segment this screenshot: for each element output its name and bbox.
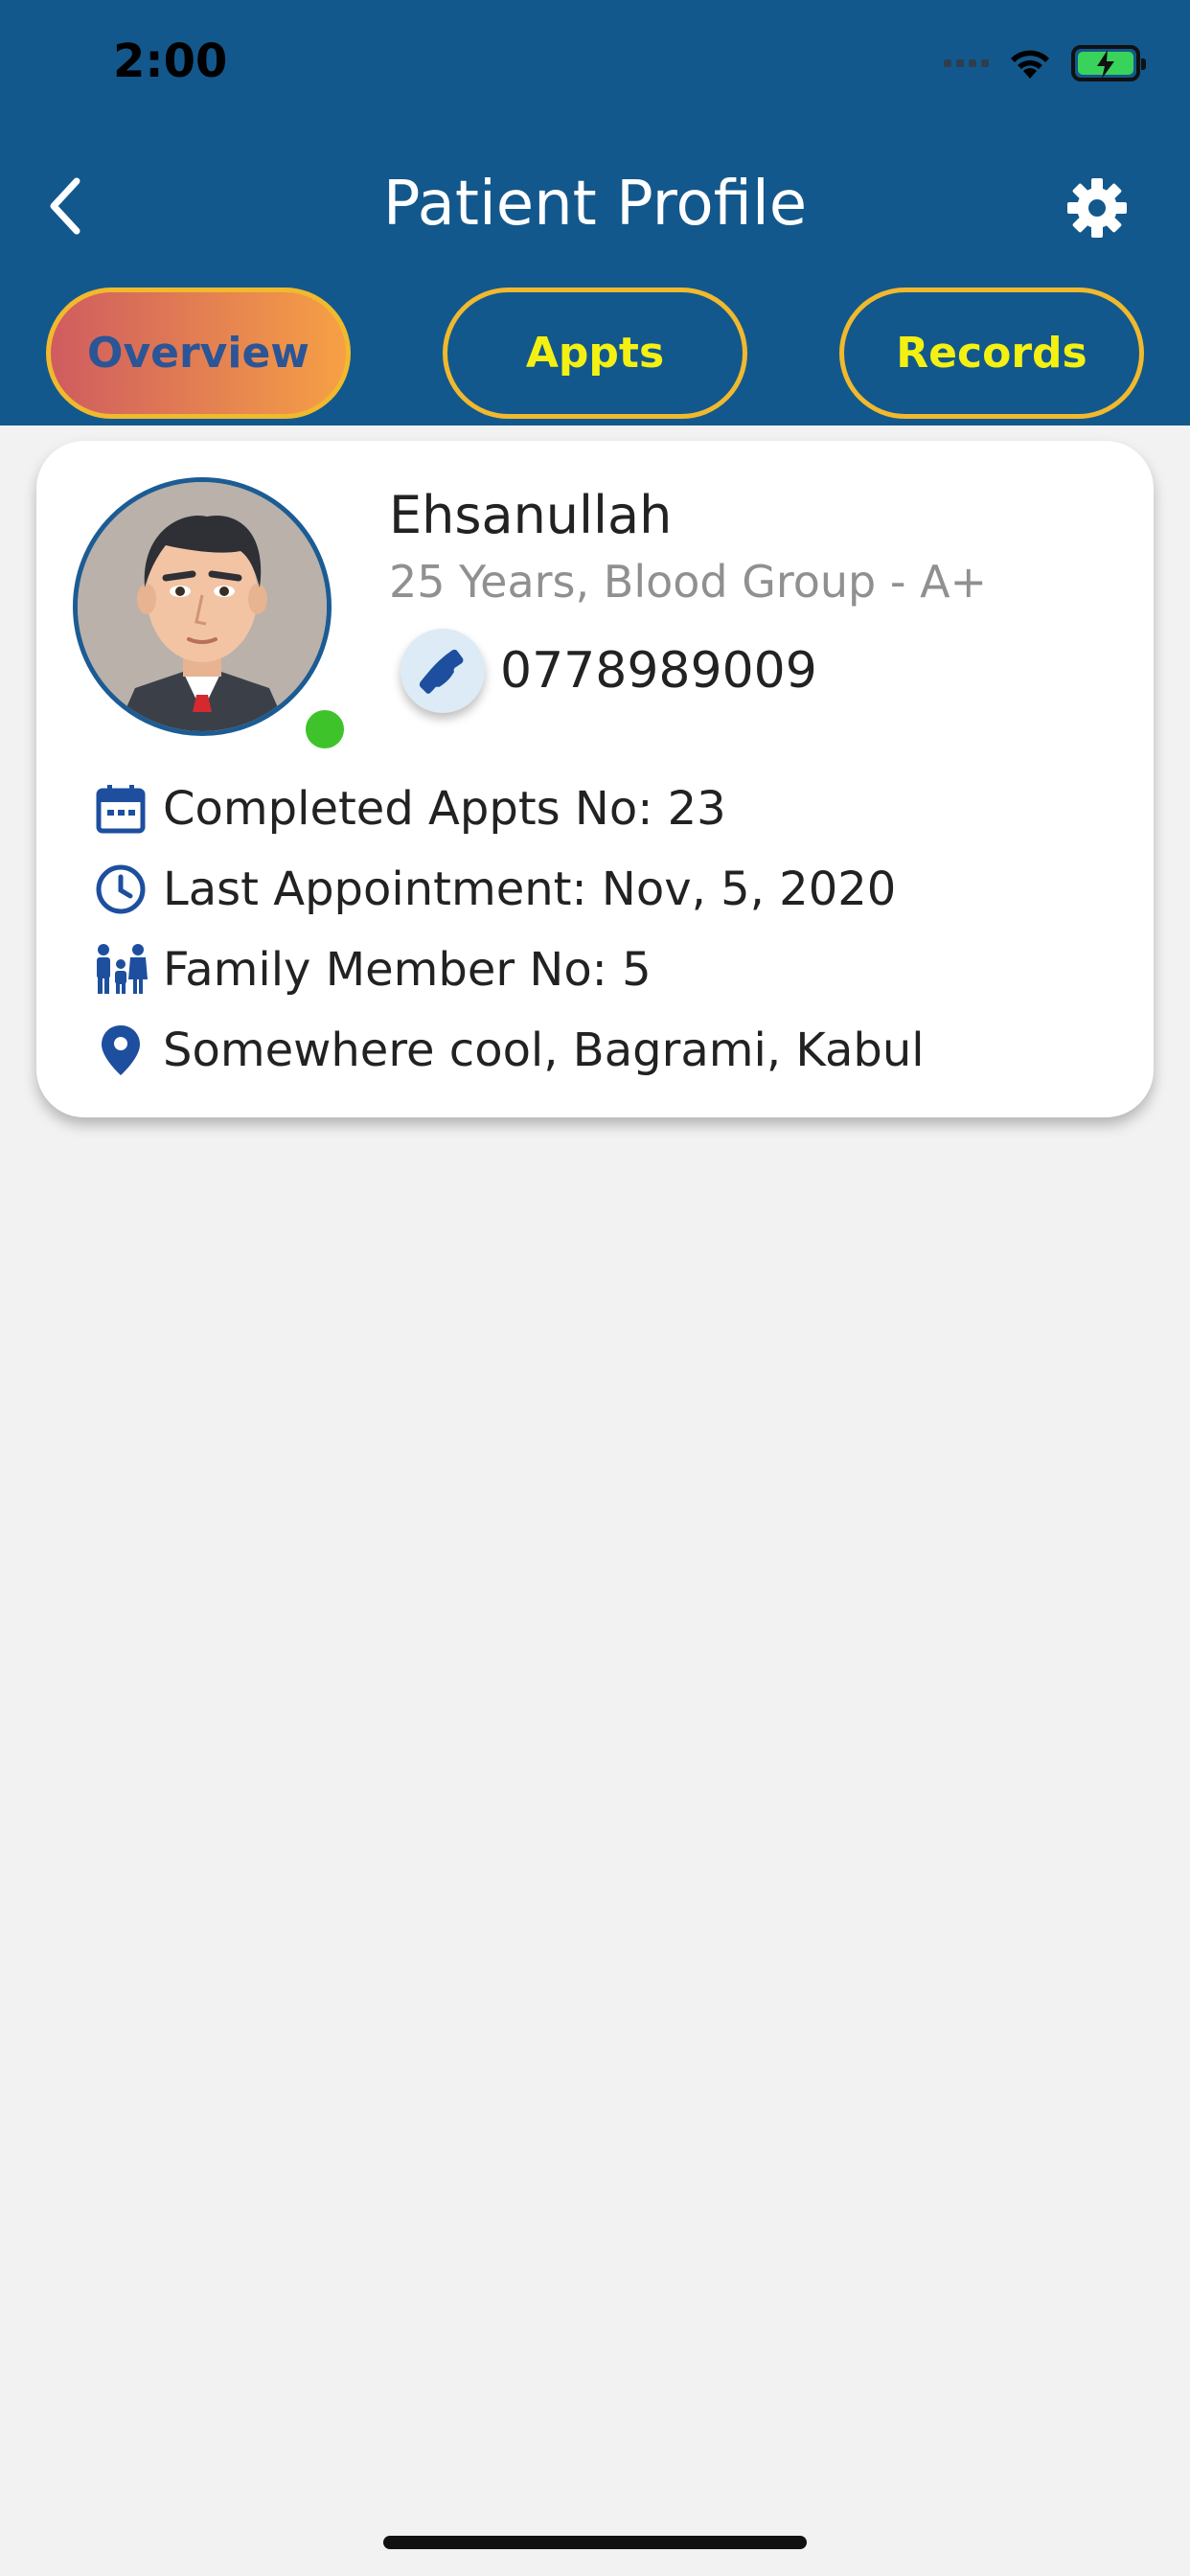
tab-overview[interactable]: Overview [46, 288, 351, 419]
cellular-signal-icon [944, 59, 989, 67]
info-row-address: Somewhere cool, Bagrami, Kabul [94, 1010, 925, 1091]
family-icon [94, 943, 148, 997]
online-status-indicator [301, 705, 349, 753]
info-row-family-members: Family Member No: 5 [94, 930, 925, 1010]
info-row-last-appointment: Last Appointment: Nov, 5, 2020 [94, 849, 925, 930]
status-icons [944, 44, 1146, 82]
family-members-text: Family Member No: 5 [163, 943, 652, 997]
clock-icon [94, 862, 148, 916]
page-title: Patient Profile [382, 169, 808, 240]
gear-icon [1067, 178, 1127, 238]
patient-avatar-image [78, 482, 327, 731]
phone-number: 0778989009 [500, 642, 817, 700]
settings-button[interactable] [1065, 176, 1129, 240]
calendar-icon [94, 782, 148, 836]
tab-appts[interactable]: Appts [443, 288, 747, 419]
avatar [73, 477, 332, 736]
completed-appts-text: Completed Appts No: 23 [163, 782, 726, 836]
patient-card: Ehsanullah 25 Years, Blood Group - A+ 07… [36, 441, 1154, 1117]
patient-age-blood-group: 25 Years, Blood Group - A+ [389, 556, 988, 608]
patient-name: Ehsanullah [389, 485, 673, 545]
home-indicator[interactable] [383, 2536, 807, 2549]
address-text: Somewhere cool, Bagrami, Kabul [163, 1024, 925, 1077]
location-pin-icon [94, 1024, 148, 1077]
battery-icon [1071, 45, 1146, 81]
call-button[interactable] [400, 629, 485, 713]
avatar-container [73, 477, 349, 753]
info-row-completed-appts: Completed Appts No: 23 [94, 769, 925, 849]
wifi-icon [1011, 50, 1049, 79]
app-header: 2:00 Patient Profile Overview Appts Reco… [0, 0, 1190, 426]
phone-icon [419, 649, 464, 694]
patient-info-list: Completed Appts No: 23 Last Appointment:… [94, 769, 925, 1091]
tab-bar: Overview Appts Records [0, 288, 1190, 422]
tab-records[interactable]: Records [839, 288, 1144, 419]
last-appointment-text: Last Appointment: Nov, 5, 2020 [163, 862, 897, 916]
status-time: 2:00 [113, 34, 228, 88]
